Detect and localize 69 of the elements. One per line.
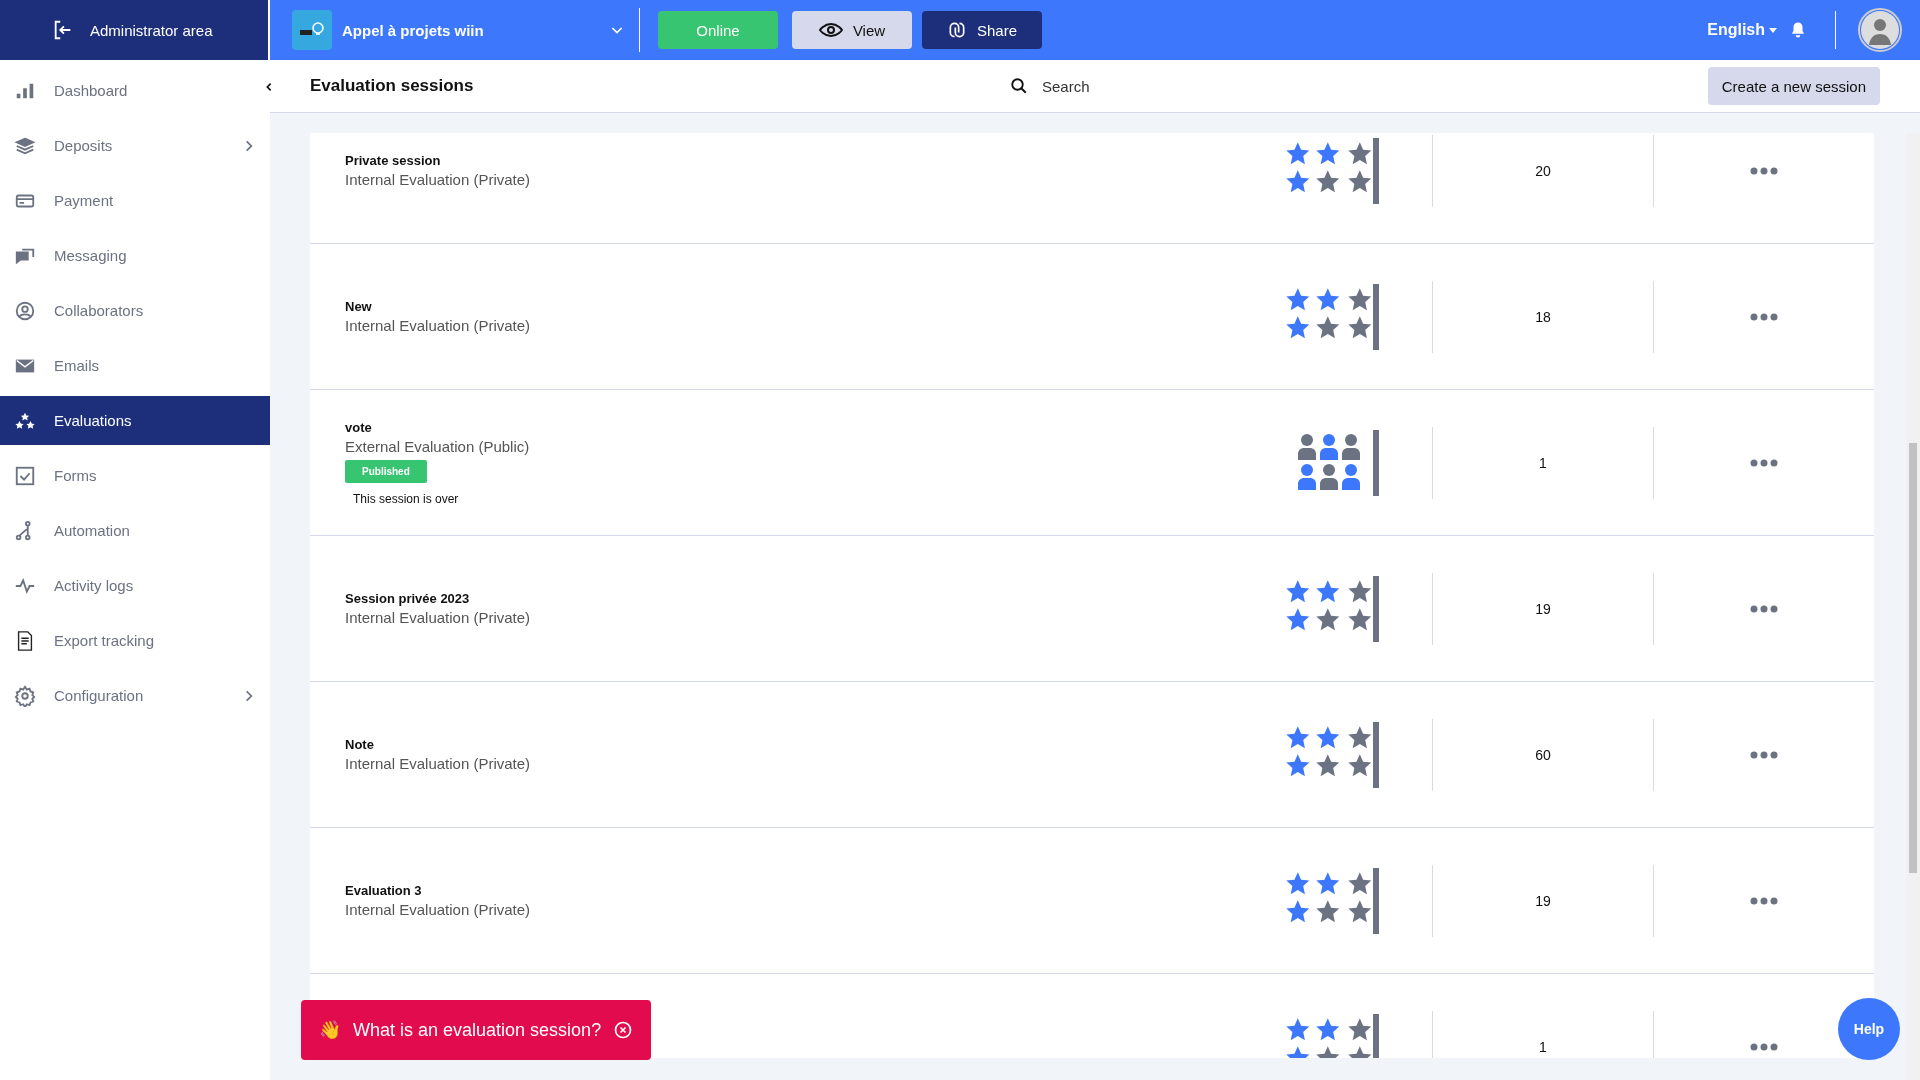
more-options-icon[interactable] [1750, 896, 1778, 905]
session-type: Internal Evaluation (Private) [345, 901, 531, 918]
session-type: Internal Evaluation (Private) [345, 171, 531, 188]
sidebar-item[interactable]: Payment [0, 176, 270, 225]
session-type: Internal Evaluation (Private) [345, 317, 531, 334]
admin-area-link[interactable]: Administrator area [0, 0, 270, 60]
language-selector[interactable]: English [1707, 21, 1777, 39]
create-session-button[interactable]: Create a new session [1707, 67, 1880, 105]
more-options-icon[interactable] [1750, 312, 1778, 321]
help-button[interactable]: Help [1838, 998, 1900, 1060]
session-type: Internal Evaluation (Private) [345, 755, 531, 772]
more-options-icon[interactable] [1750, 750, 1778, 759]
scrollbar-thumb[interactable] [1909, 443, 1917, 873]
sidebar-item[interactable]: Evaluations [0, 396, 270, 445]
sidebar-item[interactable]: Dashboard [0, 66, 270, 115]
sidebar-item[interactable]: Emails [0, 341, 270, 390]
sidebar-item[interactable]: Configuration [0, 671, 270, 720]
more-options-icon[interactable] [1750, 458, 1778, 467]
sidebar-item[interactable]: Collaborators [0, 286, 270, 335]
more-options-icon[interactable] [1750, 1042, 1778, 1051]
eye-icon [818, 22, 843, 38]
sidebar-item[interactable]: Deposits [0, 121, 270, 170]
search-field[interactable]: Search [1040, 76, 1164, 96]
session-type: External Evaluation (Public) [345, 437, 530, 455]
session-count: 19 [1432, 572, 1654, 645]
session-count: 18 [1432, 280, 1654, 353]
help-toast[interactable]: 👋 What is an evaluation session? [301, 1000, 652, 1060]
session-count: 19 [1432, 864, 1654, 937]
view-button[interactable]: View [792, 11, 912, 49]
more-options-icon[interactable] [1750, 166, 1778, 175]
session-title: vote [345, 419, 372, 435]
share-button[interactable]: Share [922, 11, 1042, 49]
session-title: Session privée 2023 [345, 591, 470, 606]
gear-icon [14, 684, 36, 707]
status-badge: Published [345, 459, 427, 483]
chevron-left-icon [264, 82, 274, 92]
stars-icon [1284, 721, 1380, 788]
session-count: 20 [1432, 134, 1654, 207]
avatar-icon[interactable] [1858, 8, 1902, 52]
bell-icon[interactable] [1789, 20, 1807, 40]
link-icon [947, 20, 967, 40]
session-title: New [345, 299, 372, 314]
sidebar-item[interactable]: Export tracking [0, 616, 270, 665]
session-count: 1 [1432, 1010, 1654, 1058]
session-title: Evaluation 3 [345, 883, 422, 898]
sidebar-item[interactable]: Forms [0, 451, 270, 500]
stars-icon [1284, 137, 1380, 204]
stars-icon [1284, 283, 1380, 350]
check-icon [14, 464, 36, 487]
toast-text: What is an evaluation session? [353, 1019, 602, 1041]
stars-icon [1284, 575, 1380, 642]
waving-hand-emoji: 👋 [319, 1019, 341, 1041]
session-type: Internal Evaluation (Private) [345, 609, 531, 626]
session-title: Private session [345, 153, 441, 168]
session-count: 1 [1432, 426, 1654, 499]
project-logo-icon [292, 10, 332, 50]
stars-icon [1284, 867, 1380, 934]
session-note: This session is over [353, 491, 459, 506]
page-title: Evaluation sessions [310, 76, 475, 96]
close-icon[interactable] [613, 1020, 634, 1040]
sidebar-item[interactable]: Messaging [0, 231, 270, 280]
more-options-icon[interactable] [1750, 604, 1778, 613]
sidebar-item[interactable]: Automation [0, 506, 270, 555]
sidebar-item[interactable]: Activity logs [0, 561, 270, 610]
session-title: Note [345, 737, 374, 752]
session-count: 60 [1432, 718, 1654, 791]
search-icon [1010, 77, 1028, 95]
project-selector[interactable]: Appel à projets wiin [270, 8, 640, 52]
user-icon [14, 299, 36, 322]
